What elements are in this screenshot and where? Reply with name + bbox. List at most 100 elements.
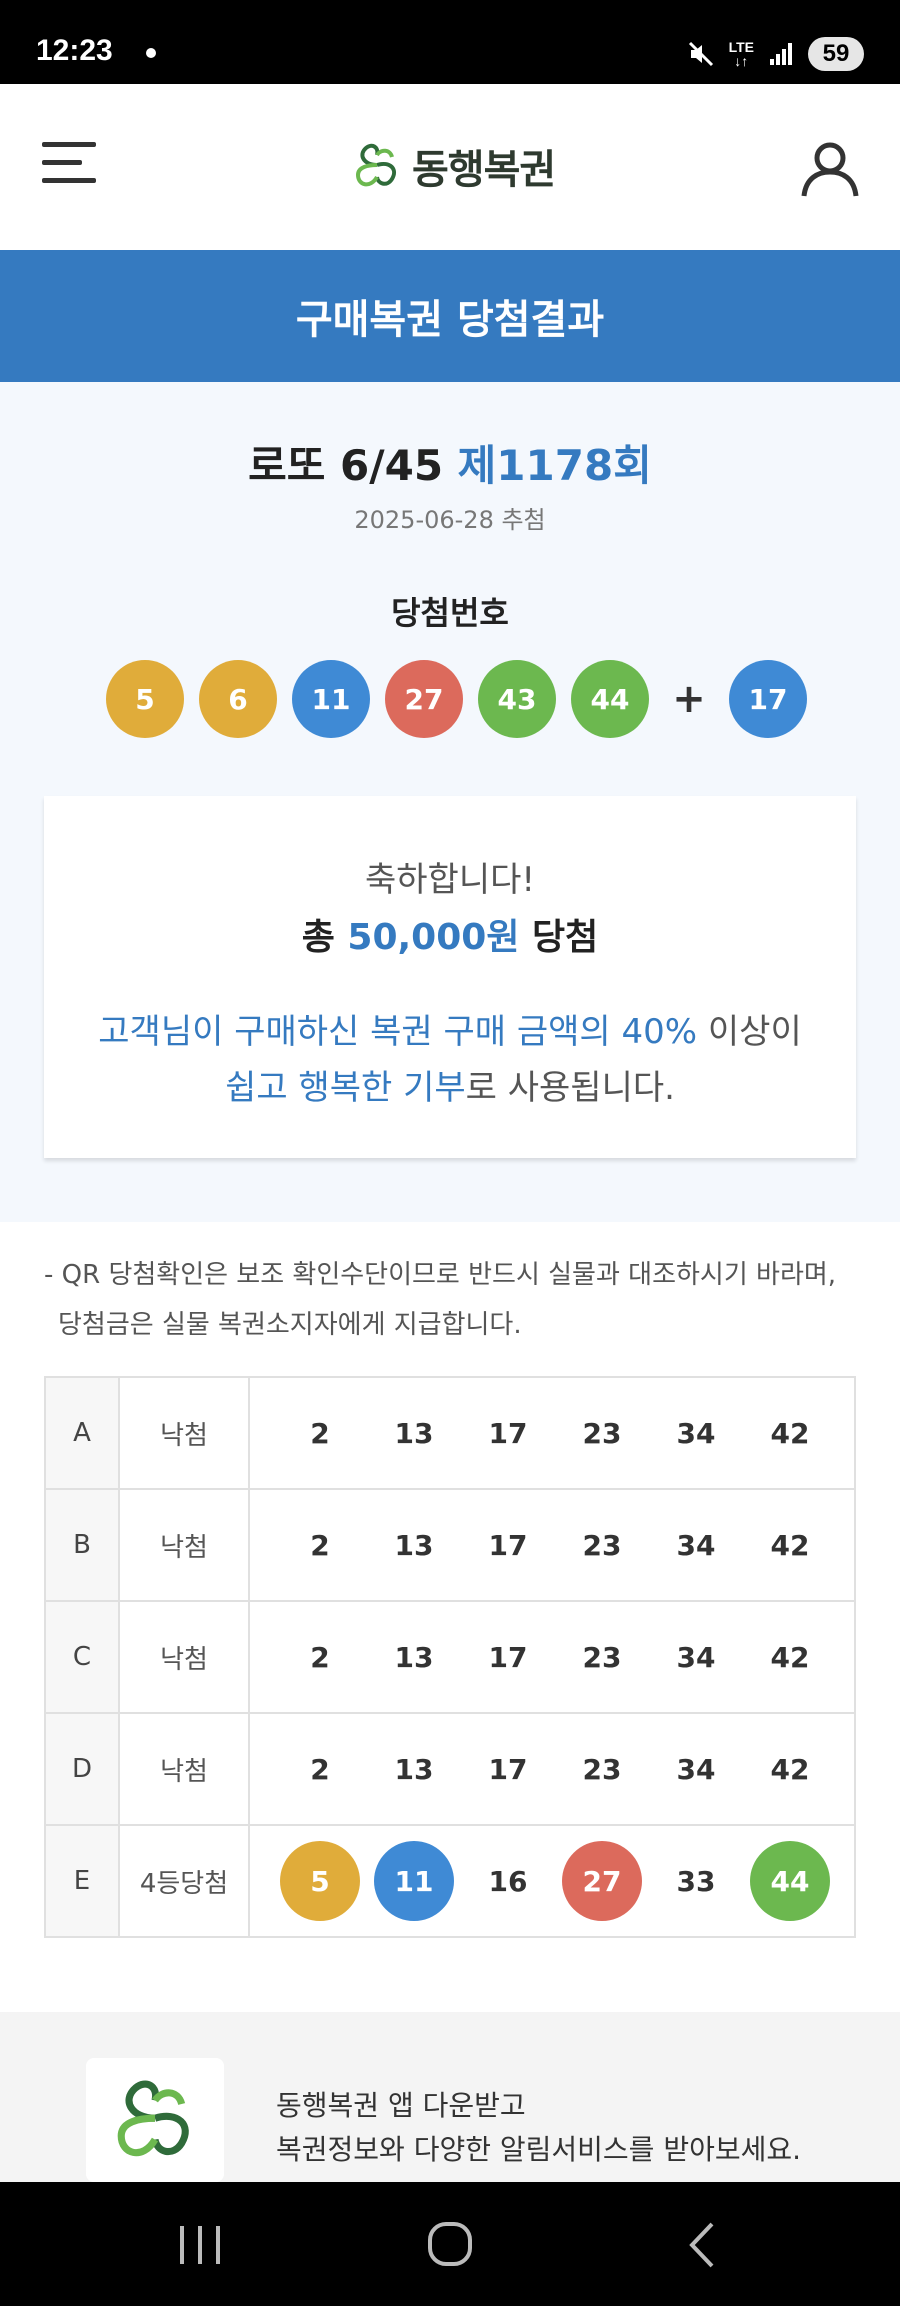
- hamburger-menu-icon[interactable]: [40, 138, 98, 188]
- draw-result-panel: 로또 6/45 제1178회 2025-06-28 추첨 당첨번호 5 6 11…: [0, 382, 900, 1222]
- promo-line: 복권정보와 다양한 알림서비스를 받아보세요.: [276, 2133, 802, 2166]
- matched-number-ball: 5: [280, 1841, 360, 1921]
- ticket-number: 2: [310, 1416, 330, 1450]
- donation-highlight: 쉽고 행복한 기부: [225, 1068, 466, 1108]
- total-amount: 50,000원: [347, 917, 520, 958]
- ticket-numbers: 2 13 17 23 34 42: [248, 1488, 856, 1602]
- ticket-status: 낙첨: [118, 1712, 250, 1826]
- ticket-number: 13: [394, 1752, 434, 1786]
- ticket-number: 33: [676, 1864, 716, 1898]
- table-row: A 낙첨 2 13 17 23 34 42: [44, 1376, 856, 1490]
- ticket-number: 17: [488, 1416, 528, 1450]
- ticket-letter: C: [44, 1600, 120, 1714]
- congrats-card: 축하합니다! 총 50,000원 당첨 고객님이 구매하신 복권 구매 금액의 …: [44, 796, 856, 1158]
- status-bar: 12:23 LTE ↓↑ 59: [0, 0, 900, 84]
- ticket-number: 23: [582, 1528, 622, 1562]
- network-type: LTE: [728, 39, 754, 55]
- ticket-number: 16: [488, 1864, 528, 1898]
- recent-apps-icon[interactable]: [170, 2218, 230, 2272]
- user-account-icon[interactable]: [800, 138, 860, 198]
- ticket-numbers: 2 13 17 23 34 42: [248, 1712, 856, 1826]
- ticket-number: 2: [310, 1528, 330, 1562]
- winning-ball: 43: [478, 660, 556, 738]
- signal-icon: [770, 43, 792, 65]
- donation-message: 고객님이 구매하신 복권 구매 금액의 40% 이상이 쉽고 행복한 기부로 사…: [44, 1004, 856, 1116]
- ticket-number: 13: [394, 1528, 434, 1562]
- winning-numbers-label: 당첨번호: [391, 594, 509, 632]
- total-suffix: 당첨: [532, 917, 599, 958]
- app-download-promo[interactable]: 동행복권 앱 다운받고 복권정보와 다양한 알림서비스를 받아보세요.: [0, 2012, 900, 2182]
- ticket-number: 42: [770, 1528, 810, 1562]
- ticket-letter: B: [44, 1488, 120, 1602]
- donation-highlight: 고객님이 구매하신 복권 구매 금액의 40%: [98, 1012, 698, 1052]
- clover-logo-icon: [117, 2080, 189, 2157]
- ticket-number: 17: [488, 1528, 528, 1562]
- ticket-number: 13: [394, 1640, 434, 1674]
- data-arrows-icon: ↓↑: [734, 53, 749, 69]
- game-name: 로또 6/45: [248, 441, 444, 490]
- app-header: 동행복권: [0, 84, 900, 250]
- mute-icon: [688, 41, 713, 67]
- status-icons: LTE ↓↑ 59: [687, 34, 864, 74]
- ticket-status: 낙첨: [118, 1600, 250, 1714]
- total-prize: 총 50,000원 당첨: [44, 908, 856, 960]
- ticket-number: 23: [582, 1640, 622, 1674]
- ticket-number: 34: [676, 1640, 716, 1674]
- status-time: 12:23: [36, 34, 113, 67]
- matched-number-ball: 27: [562, 1841, 642, 1921]
- winning-ball: 27: [385, 660, 463, 738]
- ticket-number: 42: [770, 1416, 810, 1450]
- donation-text: 이상이: [707, 1012, 802, 1052]
- ticket-letter: A: [44, 1376, 120, 1490]
- draw-date: 2025-06-28 추첨: [354, 506, 546, 534]
- ticket-status: 낙첨: [118, 1376, 250, 1490]
- home-icon[interactable]: [420, 2218, 480, 2272]
- table-row: B 낙첨 2 13 17 23 34 42: [44, 1488, 856, 1602]
- qr-notice: - QR 당첨확인은 보조 확인수단이므로 반드시 실물과 대조하시기 바라며,…: [44, 1250, 864, 1350]
- ticket-number: 42: [770, 1640, 810, 1674]
- ticket-letter: D: [44, 1712, 120, 1826]
- promo-app-logo: [86, 2058, 224, 2182]
- brand-logo[interactable]: 동행복권: [350, 136, 556, 196]
- donation-text: 로 사용됩니다.: [465, 1068, 675, 1108]
- ticket-letter: E: [44, 1824, 120, 1938]
- plus-sign: +: [672, 676, 706, 722]
- ticket-numbers: 5 11 16 27 33 44: [248, 1824, 856, 1938]
- ticket-number: 23: [582, 1752, 622, 1786]
- winning-ball: 5: [106, 660, 184, 738]
- ticket-number: 34: [676, 1416, 716, 1450]
- ticket-number: 34: [676, 1752, 716, 1786]
- promo-text: 동행복권 앱 다운받고 복권정보와 다양한 알림서비스를 받아보세요.: [276, 2084, 801, 2172]
- notification-dot-icon: [146, 48, 156, 58]
- notice-line: 당첨금은 실물 복권소지자에게 지급합니다.: [58, 1310, 522, 1340]
- back-icon[interactable]: [672, 2218, 732, 2272]
- ticket-number: 2: [310, 1752, 330, 1786]
- table-row: C 낙첨 2 13 17 23 34 42: [44, 1600, 856, 1714]
- ticket-status: 4등당첨: [118, 1824, 250, 1938]
- draw-title: 로또 6/45 제1178회: [0, 432, 900, 493]
- ticket-number: 13: [394, 1416, 434, 1450]
- matched-number-ball: 44: [750, 1841, 830, 1921]
- winning-ball: 11: [292, 660, 370, 738]
- network-indicator: LTE ↓↑: [729, 40, 754, 68]
- winning-numbers: 5 6 11 27 43 44 + 17: [106, 660, 822, 738]
- system-nav-bar: [0, 2182, 900, 2306]
- battery-indicator: 59: [808, 37, 864, 71]
- ticket-number: 17: [488, 1752, 528, 1786]
- ticket-number: 2: [310, 1640, 330, 1674]
- ticket-status: 낙첨: [118, 1488, 250, 1602]
- total-prefix: 총: [301, 917, 335, 958]
- ticket-number: 23: [582, 1416, 622, 1450]
- ticket-numbers: 2 13 17 23 34 42: [248, 1376, 856, 1490]
- ticket-number: 34: [676, 1528, 716, 1562]
- logo-text: 동행복권: [412, 147, 556, 193]
- winning-ball: 6: [199, 660, 277, 738]
- table-row: E 4등당첨 5 11 16 27 33 44: [44, 1824, 856, 1938]
- bonus-ball: 17: [729, 660, 807, 738]
- congrats-text: 축하합니다!: [364, 860, 536, 900]
- ticket-numbers: 2 13 17 23 34 42: [248, 1600, 856, 1714]
- clover-logo-icon: [355, 143, 397, 187]
- draw-round: 제1178회: [457, 441, 652, 490]
- notice-line: - QR 당첨확인은 보조 확인수단이므로 반드시 실물과 대조하시기 바라며,: [44, 1260, 837, 1290]
- page-title: 구매복권 당첨결과: [295, 297, 605, 343]
